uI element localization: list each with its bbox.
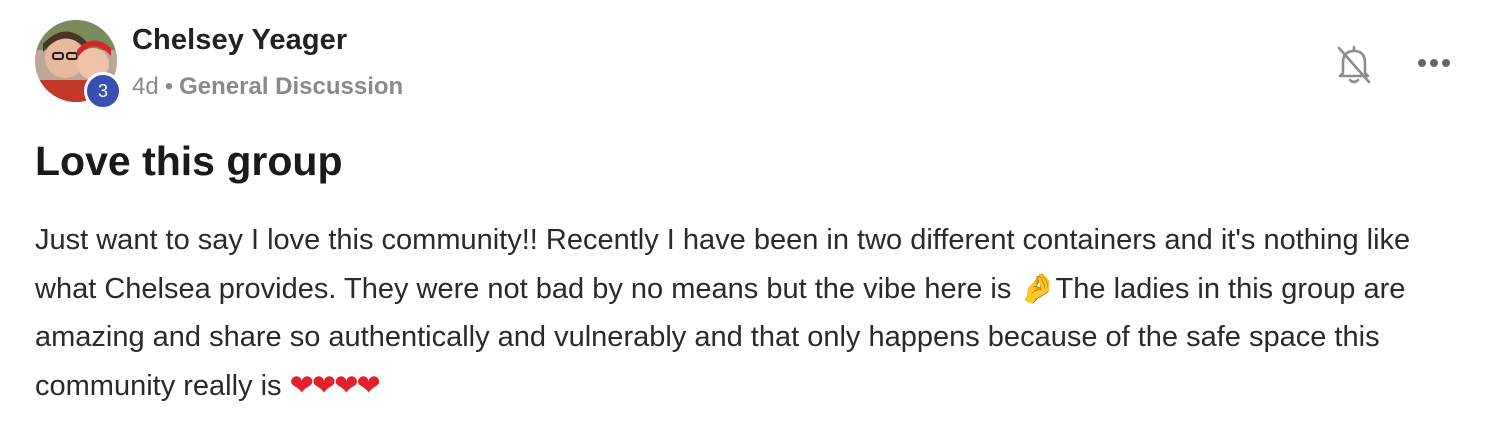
post-time: 4d — [132, 73, 159, 100]
post-meta: 4d • General Discussion — [132, 73, 403, 101]
post-category[interactable]: General Discussion — [179, 73, 403, 100]
level-badge: 3 — [84, 72, 122, 110]
more-dots-icon — [1418, 59, 1450, 67]
bell-muted-icon[interactable] — [1333, 42, 1375, 86]
author-name[interactable]: Chelsey Yeager — [132, 24, 347, 57]
pinched-fingers-emoji: 🤌 — [1019, 271, 1056, 305]
post-card: 3 Chelsey Yeager 4d • General Discussion L… — [0, 0, 1500, 435]
author-avatar-wrap[interactable]: 3 — [35, 20, 122, 110]
hearts-emoji: ❤❤❤❤ — [289, 368, 381, 402]
meta-separator: • — [164, 73, 174, 100]
more-options-button[interactable] — [1414, 48, 1454, 78]
post-title: Love this group — [35, 138, 343, 184]
post-body: Just want to say I love this community!!… — [35, 216, 1475, 410]
